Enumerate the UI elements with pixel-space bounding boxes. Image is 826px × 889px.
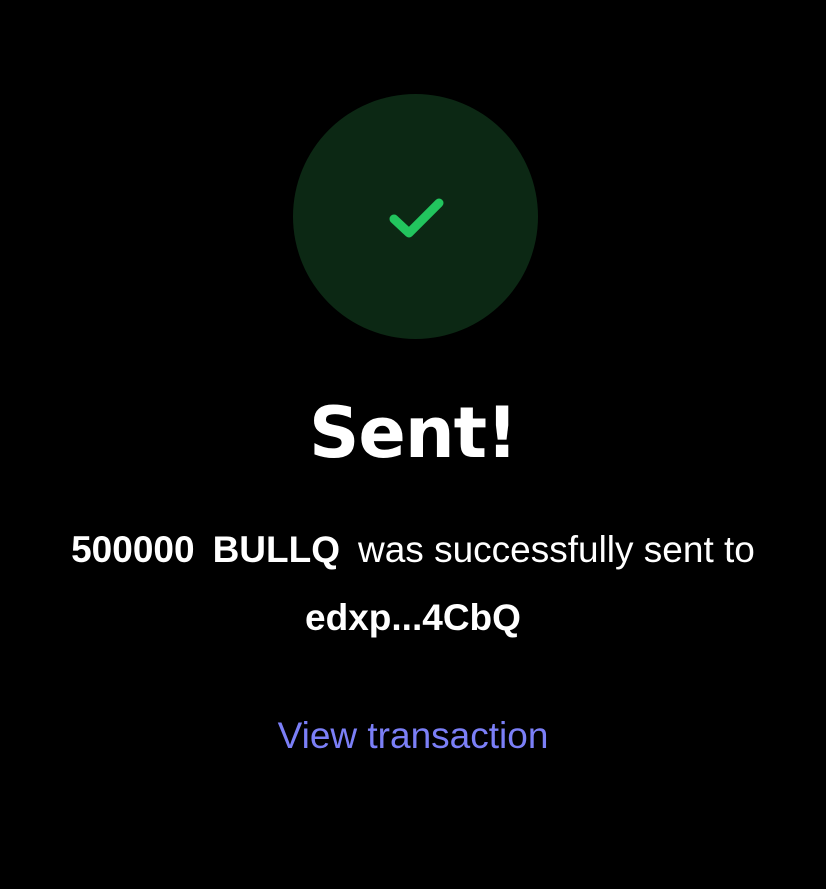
success-badge (293, 94, 538, 339)
success-text: was successfully sent to (358, 529, 755, 570)
transaction-sent-screen: Sent! 500000 BULLQ was successfully sent t… (0, 0, 826, 889)
view-transaction-link[interactable]: View transaction (278, 715, 549, 756)
checkmark-icon (385, 192, 447, 242)
page-title: Sent! (308, 392, 518, 474)
sent-amount: 500000 (71, 529, 195, 570)
recipient-line: edxp...4CbQ (0, 594, 826, 642)
success-message: 500000 BULLQ was successfully sent to (0, 526, 826, 574)
view-transaction-container: View transaction (0, 712, 826, 760)
token-symbol: BULLQ (212, 529, 340, 570)
recipient-address: edxp...4CbQ (305, 597, 521, 638)
